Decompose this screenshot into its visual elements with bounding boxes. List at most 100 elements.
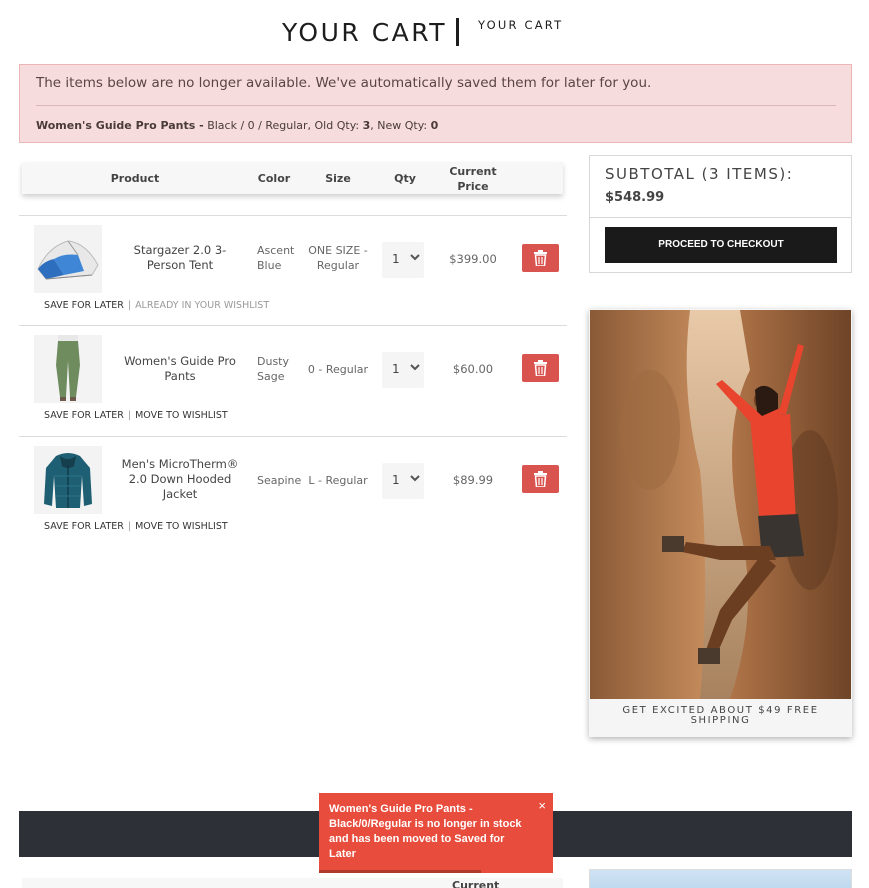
alert-item-variant: Black / 0 / Regular, Old Qty: bbox=[207, 119, 360, 132]
product-color-line: Seapine bbox=[257, 474, 302, 487]
promo-caption-line[interactable]: SHIPPING bbox=[589, 716, 852, 726]
alert-new-qty-label: , New Qty: bbox=[370, 119, 428, 132]
header-price-line2: Price bbox=[457, 180, 489, 193]
action-separator: | bbox=[127, 521, 132, 532]
qty-select[interactable]: 1 bbox=[382, 352, 424, 388]
product-size: ONE SIZE - Regular bbox=[305, 243, 371, 273]
product-price: $399.00 bbox=[449, 252, 497, 266]
save-for-later-link[interactable]: SAVE FOR LATER bbox=[44, 521, 124, 532]
climber-photo[interactable] bbox=[590, 310, 851, 699]
qty-value: 1 bbox=[392, 362, 400, 376]
toast-line: and has been moved to Saved for bbox=[329, 833, 505, 845]
jacket-image[interactable] bbox=[34, 446, 102, 514]
product-price: $60.00 bbox=[452, 362, 494, 376]
product-size-line: Regular bbox=[316, 259, 360, 272]
remove-item-button[interactable] bbox=[522, 354, 559, 382]
move-to-wishlist-link[interactable]: MOVE TO WISHLIST bbox=[135, 521, 228, 532]
product-size: L - Regular bbox=[305, 473, 371, 488]
order-summary: SUBTOTAL (3 ITEMS): $548.99 PROCEED TO C… bbox=[589, 155, 852, 273]
product-color: Ascent Blue bbox=[257, 243, 301, 273]
saved-table-header: Current bbox=[22, 878, 563, 888]
unavailable-items-alert: The items below are no longer available.… bbox=[19, 64, 852, 143]
secondary-promo[interactable] bbox=[589, 869, 852, 888]
proceed-to-checkout-button[interactable]: PROCEED TO CHECKOUT bbox=[605, 227, 837, 263]
chevron-down-icon bbox=[410, 475, 420, 482]
product-color: Dusty Sage bbox=[257, 354, 301, 384]
qty-value: 1 bbox=[392, 252, 400, 266]
save-for-later-link[interactable]: SAVE FOR LATER bbox=[44, 410, 124, 421]
row-actions: SAVE FOR LATER | ALREADY IN YOUR WISHLIST bbox=[44, 300, 269, 311]
qty-select[interactable]: 1 bbox=[382, 463, 424, 499]
row-actions: SAVE FOR LATER | MOVE TO WISHLIST bbox=[44, 410, 228, 421]
saved-header-price: Current bbox=[452, 879, 500, 888]
header-color: Color bbox=[257, 172, 291, 185]
tent-image[interactable] bbox=[34, 225, 102, 293]
title-divider bbox=[456, 18, 459, 46]
product-name-line[interactable]: Person Tent bbox=[119, 258, 241, 273]
product-size-line: ONE SIZE - bbox=[308, 244, 368, 257]
product-price: $89.99 bbox=[452, 473, 494, 487]
subtotal-label: SUBTOTAL (3 ITEMS): bbox=[605, 165, 794, 183]
pants-image[interactable] bbox=[34, 335, 102, 403]
product-name-line[interactable]: Stargazer 2.0 3- bbox=[119, 243, 241, 258]
product-name-line[interactable]: 2.0 Down Hooded bbox=[119, 472, 241, 487]
alert-divider bbox=[36, 105, 836, 106]
product-name-line[interactable]: Jacket bbox=[119, 487, 241, 502]
alert-message: The items below are no longer available.… bbox=[36, 75, 652, 91]
toast-timer-bar bbox=[319, 870, 481, 873]
cart-row-tent: Stargazer 2.0 3- Person Tent Ascent Blue… bbox=[19, 215, 567, 326]
page-header: YOUR CART YOUR CART bbox=[0, 16, 869, 50]
product-size-line: 0 - Regular bbox=[307, 363, 369, 376]
trash-icon bbox=[534, 471, 547, 487]
product-name[interactable]: Women's Guide Pro Pants bbox=[119, 354, 241, 384]
action-separator: | bbox=[127, 300, 132, 311]
cart-table-header: Product Color Size Qty Current Price bbox=[22, 162, 563, 194]
alert-item-name: Women's Guide Pro Pants - bbox=[36, 119, 204, 132]
remove-item-button[interactable] bbox=[522, 244, 559, 272]
toast-message: Women's Guide Pro Pants - Black/0/Regula… bbox=[329, 802, 534, 862]
product-color-line: Blue bbox=[257, 259, 282, 272]
header-price: Current Price bbox=[443, 164, 503, 194]
out-of-stock-toast: Women's Guide Pro Pants - Black/0/Regula… bbox=[319, 793, 553, 873]
free-shipping-promo[interactable]: GET EXCITED ABOUT $49 FREE SHIPPING bbox=[589, 309, 852, 737]
product-name-line[interactable]: Men's MicroTherm® bbox=[119, 457, 241, 472]
cart-row-pants: Women's Guide Pro Pants Dusty Sage 0 - R… bbox=[19, 325, 567, 436]
row-actions: SAVE FOR LATER | MOVE TO WISHLIST bbox=[44, 521, 228, 532]
product-color: Seapine bbox=[257, 473, 301, 488]
chevron-down-icon bbox=[410, 254, 420, 261]
save-for-later-link[interactable]: SAVE FOR LATER bbox=[44, 300, 124, 311]
product-color-line: Dusty bbox=[257, 355, 289, 368]
product-size: 0 - Regular bbox=[305, 362, 371, 377]
page-title: YOUR CART bbox=[282, 18, 448, 47]
header-product: Product bbox=[110, 172, 160, 185]
toast-line: Black/0/Regular is no longer in stock bbox=[329, 818, 522, 830]
product-name-line[interactable]: Women's Guide Pro bbox=[119, 354, 241, 369]
toast-line: Women's Guide Pro Pants - bbox=[329, 803, 473, 815]
action-separator: | bbox=[127, 410, 132, 421]
header-price-line1: Current bbox=[449, 165, 497, 178]
wishlist-status: ALREADY IN YOUR WISHLIST bbox=[135, 300, 270, 311]
toast-line: Later bbox=[329, 848, 356, 860]
alert-item-detail: Women's Guide Pro Pants - Black / 0 / Re… bbox=[36, 119, 438, 132]
trash-icon bbox=[534, 360, 547, 376]
close-icon[interactable]: × bbox=[538, 798, 546, 813]
header-size: Size bbox=[325, 172, 351, 185]
chevron-down-icon bbox=[410, 364, 420, 371]
move-to-wishlist-link[interactable]: MOVE TO WISHLIST bbox=[135, 410, 228, 421]
summary-divider bbox=[590, 217, 851, 218]
qty-value: 1 bbox=[392, 473, 400, 487]
product-name-line[interactable]: Pants bbox=[119, 369, 241, 384]
page-subtitle: YOUR CART bbox=[478, 18, 564, 32]
qty-select[interactable]: 1 bbox=[382, 242, 424, 278]
remove-item-button[interactable] bbox=[522, 465, 559, 493]
product-color-line: Sage bbox=[257, 370, 285, 383]
product-size-line: L - Regular bbox=[308, 474, 368, 487]
product-name[interactable]: Men's MicroTherm® 2.0 Down Hooded Jacket bbox=[119, 457, 241, 502]
product-color-line: Ascent bbox=[257, 244, 295, 257]
header-qty: Qty bbox=[394, 172, 416, 185]
promo-caption[interactable]: GET EXCITED ABOUT $49 FREE SHIPPING bbox=[589, 706, 852, 726]
subtotal-amount: $548.99 bbox=[605, 190, 665, 205]
cart-row-jacket: Men's MicroTherm® 2.0 Down Hooded Jacket… bbox=[19, 436, 567, 547]
product-name[interactable]: Stargazer 2.0 3- Person Tent bbox=[119, 243, 241, 273]
trash-icon bbox=[534, 250, 547, 266]
